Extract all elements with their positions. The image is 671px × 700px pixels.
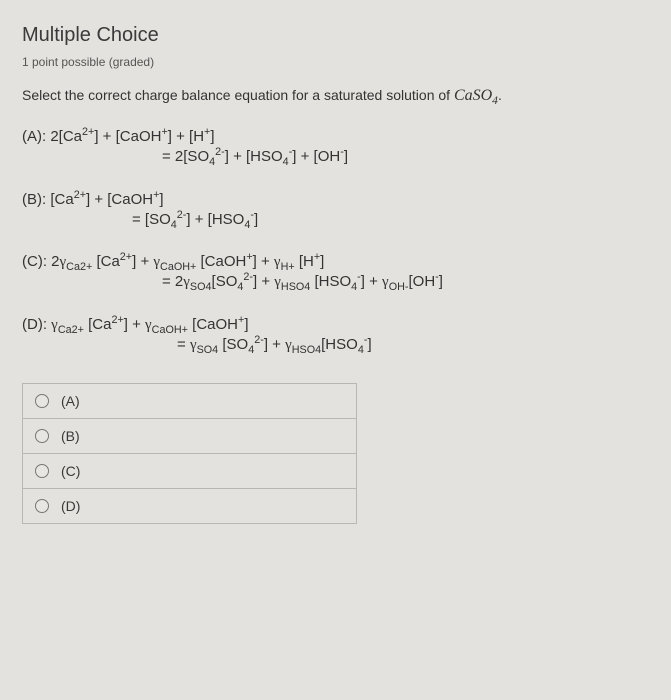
option-c-block: (C): 2γCa2+ [Ca2+] + γCaOH+ [CaOH+] + γH… [22,252,649,293]
question-heading: Multiple Choice [22,24,649,47]
option-a-line1: 2[Ca2+] + [CaOH+] + [H+] [50,128,214,145]
radio-icon [35,464,49,478]
option-d-label: (D): [22,316,51,333]
option-b-block: (B): [Ca2+] + [CaOH+] = [SO42-] + [HSO4-… [22,190,649,231]
option-c-label: (C): [22,253,51,270]
grading-text: 1 point possible (graded) [22,55,649,69]
choice-d-label: (D) [61,498,80,514]
choice-b[interactable]: (B) [22,418,357,453]
choice-a[interactable]: (A) [22,383,357,418]
option-b-line2: = [SO42-] + [HSO4-] [22,210,649,230]
radio-icon [35,394,49,408]
radio-icon [35,429,49,443]
option-d-line2: = γSO4 [SO42-] + γHSO4[HSO4-] [22,335,649,355]
radio-icon [35,499,49,513]
question-prompt: Select the correct charge balance equati… [22,87,649,105]
choice-d[interactable]: (D) [22,488,357,524]
option-c-line2: = 2γSO4[SO42-] + γHSO4 [HSO4-] + γOH-[OH… [22,272,649,292]
choice-a-label: (A) [61,393,80,409]
choice-c-label: (C) [61,463,80,479]
option-a-line2: = 2[SO42-] + [HSO4-] + [OH-] [22,147,649,167]
answer-choices: (A) (B) (C) (D) [22,383,357,524]
option-d-block: (D): γCa2+ [Ca2+] + γCaOH+ [CaOH+] = γSO… [22,315,649,356]
prompt-post: . [498,87,502,103]
option-d-line1: γCa2+ [Ca2+] + γCaOH+ [CaOH+] [51,316,248,333]
prompt-pre: Select the correct charge balance equati… [22,87,454,103]
option-a-label: (A): [22,128,50,145]
equation-options: (A): 2[Ca2+] + [CaOH+] + [H+] = 2[SO42-]… [22,127,649,355]
option-b-line1: [Ca2+] + [CaOH+] [50,191,163,208]
choice-b-label: (B) [61,428,80,444]
option-a-block: (A): 2[Ca2+] + [CaOH+] + [H+] = 2[SO42-]… [22,127,649,168]
compound-formula: CaSO4 [454,87,498,104]
choice-c[interactable]: (C) [22,453,357,488]
option-c-line1: 2γCa2+ [Ca2+] + γCaOH+ [CaOH+] + γH+ [H+… [51,253,324,270]
option-b-label: (B): [22,191,50,208]
